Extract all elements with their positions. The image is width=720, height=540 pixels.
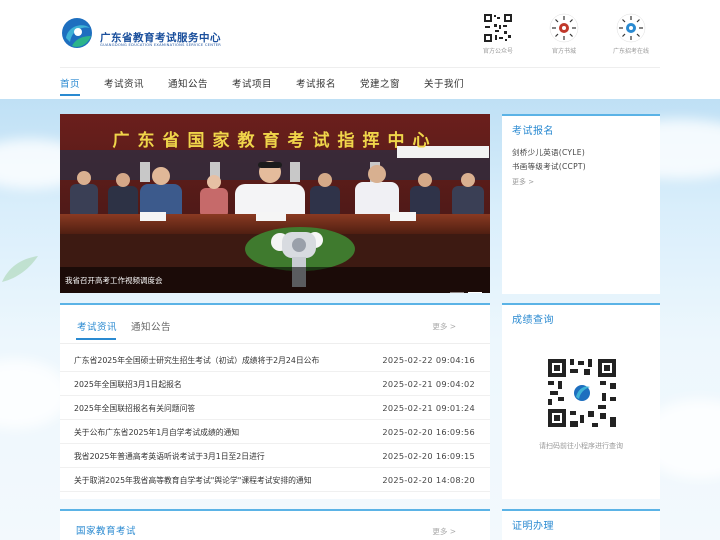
news-row[interactable]: 关于公布广东省2025年1月自学考试成绩的通知 2025-02-20 16:09…: [60, 420, 490, 444]
link-calligraphy-painting-test[interactable]: 书画等级考试(CCPT): [512, 160, 586, 174]
news-row[interactable]: 2025年全国联招报名有关问题问答 2025-02-21 09:01:24: [60, 396, 490, 420]
nav-item-notices[interactable]: 通知公告: [168, 76, 208, 90]
news-panel: 考试资讯 通知公告 更多 > 广东省2025年全国硕士研究生招生考试（初试）成绩…: [60, 303, 490, 499]
qr-official-account[interactable]: 官方公众号: [473, 13, 523, 55]
score-query-note: 请扫码前往小程序进行查询: [539, 442, 623, 450]
news-date: 2025-02-20 14:08:20: [382, 475, 475, 485]
tab-exam-news[interactable]: 考试资讯: [77, 319, 117, 333]
news-date: 2025-02-20 16:09:15: [382, 451, 475, 461]
news-date: 2025-02-20 16:09:56: [382, 427, 475, 437]
news-date: 2025-02-21 09:04:02: [382, 379, 475, 389]
score-query-card: 成绩查询 请扫码前往小程序进行查询: [502, 303, 660, 499]
qr-code-icon: [483, 13, 513, 43]
banner-sign-text: 广东省国家教育考试指挥中心: [112, 131, 438, 151]
qr-label: 官方公众号: [482, 48, 513, 55]
leaf-decoration-icon: [2, 256, 38, 282]
main-nav: 首页 考试资讯 通知公告 考试项目 考试报名 党建之窗 关于我们: [0, 68, 720, 99]
news-title[interactable]: 2025年全国联招3月1日起报名: [74, 379, 374, 390]
news-row[interactable]: 我省2025年普通高考英语听说考试于3月1日至2日进行 2025-02-20 1…: [60, 444, 490, 468]
mini-program-code-icon: [549, 13, 579, 43]
news-title[interactable]: 2025年全国联招报名有关问题问答: [74, 403, 374, 414]
site-subtitle: GUANGDONG EDUCATION EXAMINATIONS SERVICE…: [100, 43, 222, 47]
nav-item-exam-projects[interactable]: 考试项目: [232, 76, 272, 90]
news-row[interactable]: 广东省2025年全国硕士研究生招生考试（初试）成绩将于2月24日公布 2025-…: [60, 348, 490, 372]
news-title[interactable]: 我省2025年普通高考英语听说考试于3月1日至2日进行: [74, 451, 374, 462]
nav-item-about-us[interactable]: 关于我们: [424, 76, 464, 90]
tab-notices[interactable]: 通知公告: [131, 319, 171, 333]
carousel-indicators: [446, 279, 482, 293]
card-title: 考试报名: [512, 126, 554, 137]
carousel-dot[interactable]: [450, 292, 464, 293]
news-list: 广东省2025年全国硕士研究生招生考试（初试）成绩将于2月24日公布 2025-…: [60, 348, 490, 492]
tab-active-indicator: [76, 338, 116, 340]
news-row[interactable]: 2025年全国联招3月1日起报名 2025-02-21 09:04:02: [60, 372, 490, 396]
site-logo-icon[interactable]: [60, 16, 94, 50]
nav-item-home[interactable]: 首页: [60, 76, 80, 90]
nav-active-indicator: [60, 94, 80, 96]
news-date: 2025-02-21 09:01:24: [382, 403, 475, 413]
carousel-caption[interactable]: 我省召开高考工作视频调度会: [65, 275, 163, 286]
mini-program-qr-code-icon: [546, 357, 618, 429]
exam-registration-card: 考试报名 剑桥少儿英语(CYLE) 书画等级考试(CCPT) 更多 >: [502, 114, 660, 294]
nav-item-exam-registration[interactable]: 考试报名: [296, 76, 336, 90]
link-cambridge-young-learners[interactable]: 剑桥少儿英语(CYLE): [512, 146, 586, 160]
news-row[interactable]: 关于取消2025年我省高等教育自学考试"舆论学"课程考试安排的通知 2025-0…: [60, 468, 490, 492]
registration-more-link[interactable]: 更多 >: [512, 175, 586, 189]
nav-item-party-building[interactable]: 党建之窗: [360, 76, 400, 90]
carousel-dot-active[interactable]: [468, 292, 482, 293]
card-title: 成绩查询: [512, 315, 554, 326]
nav-item-exam-news[interactable]: 考试资讯: [104, 76, 144, 90]
qr-label: 官方书城: [551, 48, 576, 55]
site-header: 广东省教育考试服务中心 GUANGDONG EDUCATION EXAMINAT…: [0, 0, 720, 68]
registration-link-list: 剑桥少儿英语(CYLE) 书画等级考试(CCPT) 更多 >: [512, 146, 586, 189]
news-more-link[interactable]: 更多 >: [432, 321, 456, 332]
qr-label: 广东招考在线: [612, 48, 649, 55]
qr-guangdong-exam-online[interactable]: 广东招考在线: [606, 13, 656, 55]
national-more-link[interactable]: 更多 >: [432, 526, 456, 537]
news-title[interactable]: 关于取消2025年我省高等教育自学考试"舆论学"课程考试安排的通知: [74, 475, 374, 486]
news-date: 2025-02-22 09:04:16: [382, 355, 475, 365]
certificate-card: 证明办理: [502, 509, 660, 540]
qr-official-bookstore[interactable]: 官方书城: [539, 13, 589, 55]
carousel-caption-bar: 我省召开高考工作视频调度会: [60, 267, 490, 293]
news-title[interactable]: 广东省2025年全国硕士研究生招生考试（初试）成绩将于2月24日公布: [74, 355, 374, 366]
national-exams-card: 国家教育考试 更多 >: [60, 509, 490, 540]
news-title[interactable]: 关于公布广东省2025年1月自学考试成绩的通知: [74, 427, 374, 438]
card-title: 证明办理: [512, 521, 554, 532]
card-title: 国家教育考试: [76, 526, 137, 537]
news-carousel[interactable]: 广东省国家教育考试指挥中心 我省召开高考工作视频调度会: [60, 114, 490, 293]
tab-divider: [60, 343, 490, 344]
mini-program-code-icon: [616, 13, 646, 43]
